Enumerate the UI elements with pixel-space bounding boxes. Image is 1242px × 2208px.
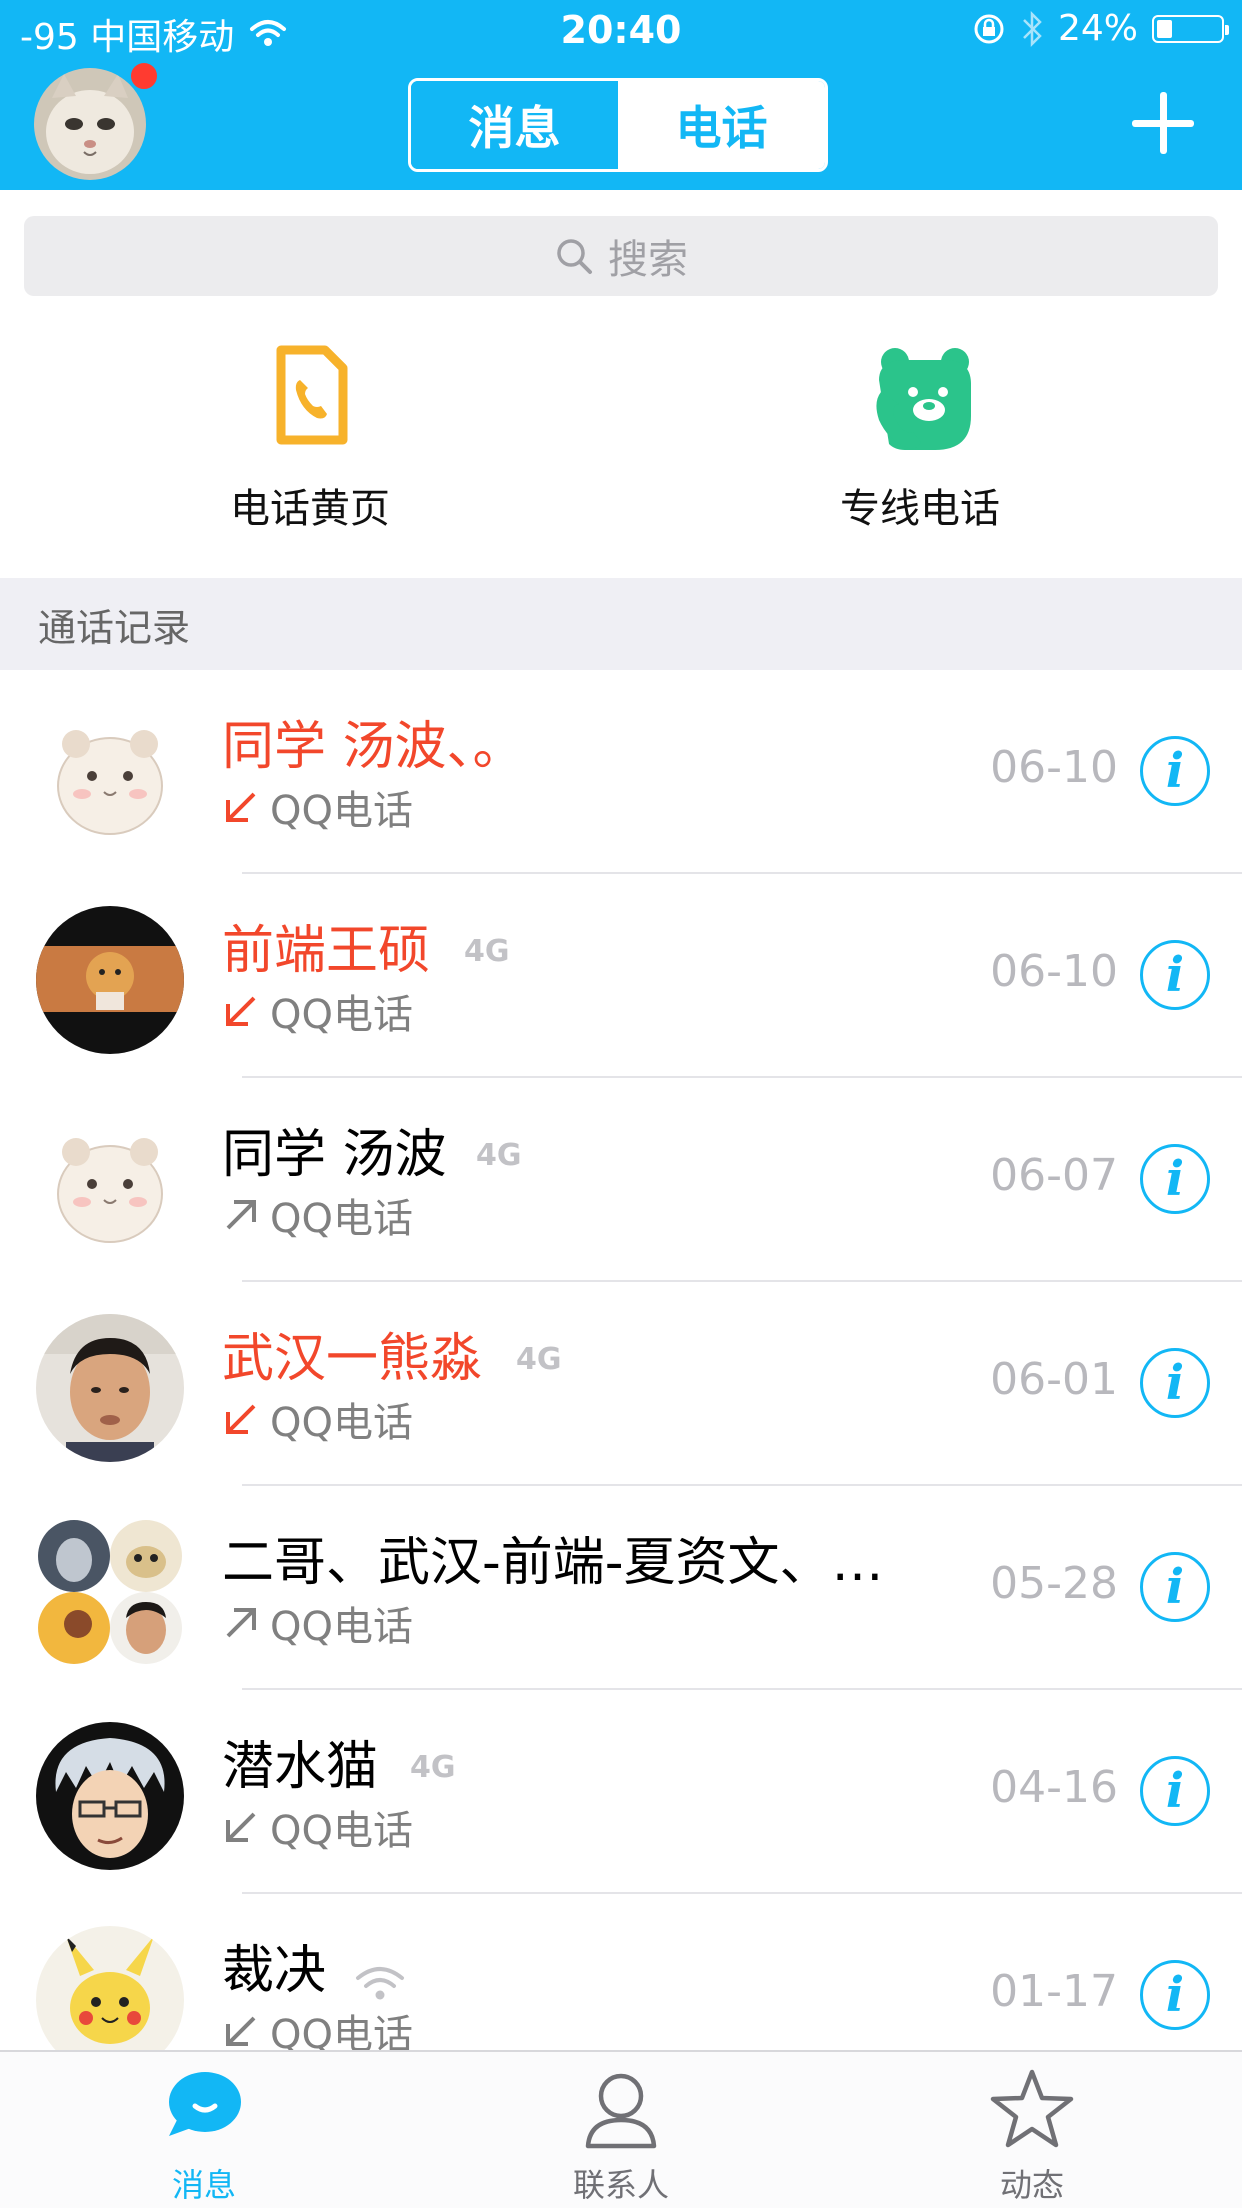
contact-name: 二哥、武汉-前端-夏资文、… [222,1533,884,1593]
call-date: 06-01 [990,1354,1118,1405]
quick-entry-label: 电话黄页 [230,486,390,532]
call-type: QQ电话 [222,982,413,1040]
chat-bubble-icon [159,2066,249,2152]
call-row[interactable]: 同学 汤波 4G QQ电话 06-07 i [0,1078,1242,1282]
incoming-call-arrow-icon [226,996,256,1026]
wifi-network-icon [356,1967,404,2000]
tab-calls[interactable]: 电话 [618,81,825,169]
contact-name: 前端王硕 [222,921,431,981]
notification-dot [128,60,160,92]
battery-icon [1152,14,1229,43]
tab-label: 消息 [171,2166,236,2204]
call-date: 06-10 [990,742,1118,793]
tab-messages-bottom[interactable]: 消息 [104,2066,304,2206]
phone-book-icon [255,340,365,450]
call-type: QQ电话 [222,1186,413,1244]
avatar [36,1110,184,1258]
quick-entry-hotline[interactable]: 专线电话 [770,340,1070,534]
call-history-list: 同学 汤波、。 QQ电话 06-10 i 前端王硕 4G QQ电话 06-10 … [0,670,1242,2098]
search-icon [557,239,592,274]
contact-name: 武汉一熊淼 [222,1329,483,1389]
add-button[interactable] [1132,92,1194,154]
info-button[interactable]: i [1140,940,1210,1010]
group-avatar [36,1518,184,1666]
avatar [36,702,184,850]
network-badge: 4G [464,934,510,969]
quick-entry-yellow-pages[interactable]: 电话黄页 [160,340,460,534]
avatar [36,1722,184,1870]
battery-percent: 24% [1057,8,1138,49]
outgoing-call-arrow-icon [226,1200,256,1230]
tab-contacts[interactable]: 联系人 [521,2066,721,2206]
section-title: 通话记录 [38,605,191,650]
call-date: 01-17 [990,1966,1118,2017]
call-type: QQ电话 [222,778,413,836]
tab-moments[interactable]: 动态 [932,2066,1132,2206]
person-icon [576,2066,666,2152]
section-header: 通话记录 [0,578,1242,670]
call-date: 05-28 [990,1558,1118,1609]
call-type: QQ电话 [222,1798,413,1856]
quick-entry-label: 专线电话 [840,486,1000,532]
network-badge: 4G [476,1138,522,1173]
star-icon [987,2066,1077,2152]
network-badge: 4G [410,1750,456,1785]
outgoing-call-arrow-icon [226,1608,256,1638]
info-button[interactable]: i [1140,1144,1210,1214]
status-bar: -95 中国移动 20:40 24% [0,0,1242,64]
info-button[interactable]: i [1140,1960,1210,2030]
call-type: QQ电话 [222,1390,413,1448]
avatar [36,1314,184,1462]
segmented-control: 消息 电话 [408,78,828,172]
my-avatar[interactable] [34,68,146,180]
incoming-call-arrow-icon [226,2016,256,2046]
rotation-lock-icon [974,14,1004,43]
tab-label: 动态 [999,2166,1064,2204]
avatar [36,906,184,1054]
incoming-call-arrow-icon [226,1404,256,1434]
search-bar[interactable]: 搜索 [24,216,1218,296]
contact-name: 同学 汤波 [222,1125,447,1185]
call-row[interactable]: 前端王硕 4G QQ电话 06-10 i [0,874,1242,1078]
incoming-call-arrow-icon [226,792,256,822]
search-placeholder: 搜索 [608,237,688,283]
contact-name: 裁决 [222,1941,327,2001]
info-button[interactable]: i [1140,1348,1210,1418]
call-date: 04-16 [990,1762,1118,1813]
call-date: 06-10 [990,946,1118,997]
network-badge: 4G [516,1342,562,1377]
contact-name: 同学 汤波、。 [222,717,525,777]
bluetooth-icon [1023,10,1042,47]
top-bar: -95 中国移动 20:40 24% 消息 电话 [0,0,1242,190]
info-button[interactable]: i [1140,1756,1210,1826]
call-row[interactable]: 二哥、武汉-前端-夏资文、… QQ电话 05-28 i [0,1486,1242,1690]
call-row[interactable]: 同学 汤波、。 QQ电话 06-10 i [0,670,1242,874]
call-type: QQ电话 [222,1594,413,1652]
bear-phone-icon [865,340,975,450]
tab-label: 联系人 [572,2166,669,2204]
contact-name: 潜水猫 [222,1737,379,1797]
call-row[interactable]: 潜水猫 4G QQ电话 04-16 i [0,1690,1242,1894]
tab-bar: 消息 联系人 动态 [0,2050,1242,2208]
info-button[interactable]: i [1140,736,1210,806]
incoming-call-arrow-icon [226,1812,256,1842]
tab-messages[interactable]: 消息 [411,81,618,169]
call-date: 06-07 [990,1150,1118,1201]
info-button[interactable]: i [1140,1552,1210,1622]
call-row[interactable]: 武汉一熊淼 4G QQ电话 06-01 i [0,1282,1242,1486]
